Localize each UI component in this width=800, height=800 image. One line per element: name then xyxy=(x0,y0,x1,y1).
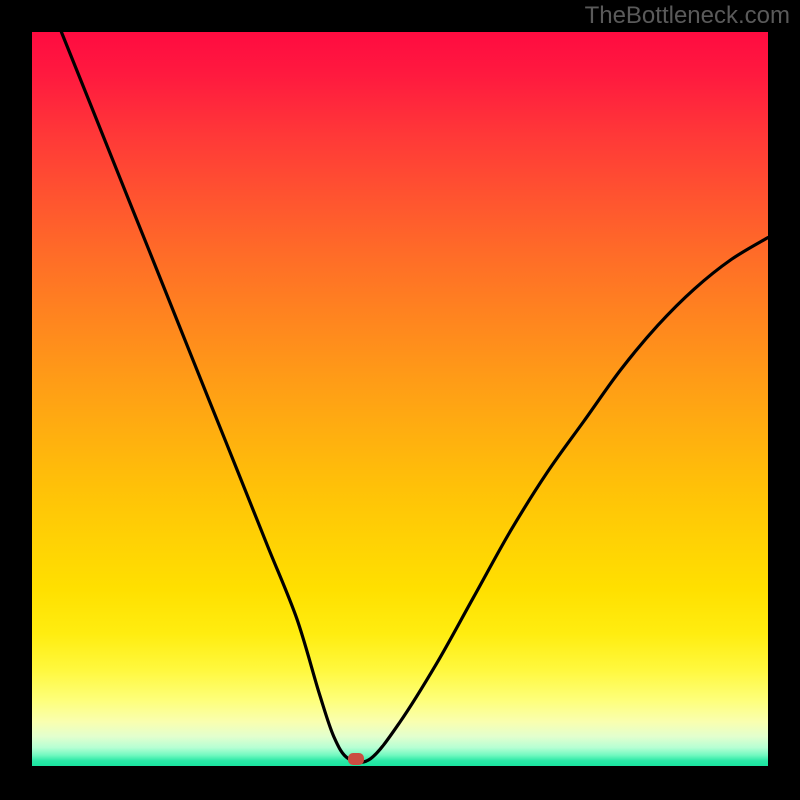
watermark-text: TheBottleneck.com xyxy=(585,2,790,30)
chart-plot-area xyxy=(32,32,768,766)
chart-curve-svg xyxy=(32,32,768,766)
optimum-marker xyxy=(348,753,364,765)
bottleneck-curve xyxy=(61,32,768,762)
